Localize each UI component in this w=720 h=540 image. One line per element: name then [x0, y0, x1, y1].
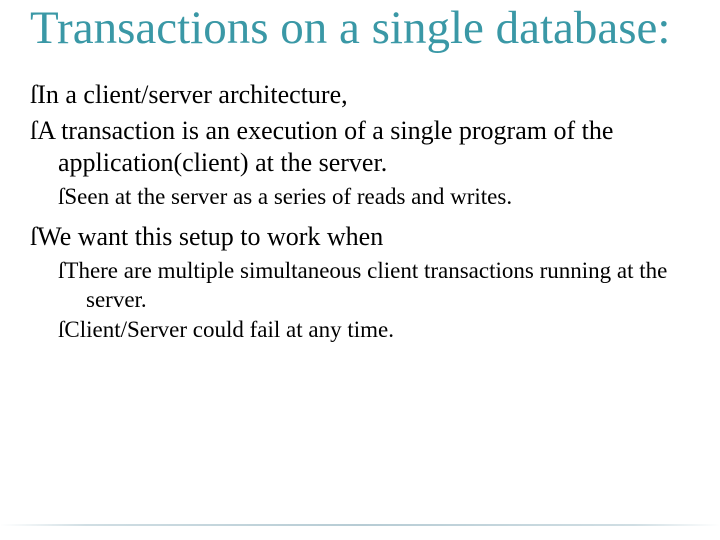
bullet-text: In a client/server architecture,	[37, 80, 347, 109]
bullet-level2: ſClient/Server could fail at any time.	[30, 316, 690, 345]
bullet-level1: ſIn a client/server architecture,	[30, 79, 690, 111]
bullet-text: Client/Server could fail at any time.	[64, 317, 394, 342]
slide-body: ſIn a client/server architecture, ſA tra…	[30, 79, 690, 345]
bullet-text: A transaction is an execution of a singl…	[37, 116, 613, 177]
bullet-text: There are multiple simultaneous client t…	[64, 258, 667, 312]
bullet-level2: ſThere are multiple simultaneous client …	[30, 257, 690, 315]
bullet-level1: ſWe want this setup to work when	[30, 221, 690, 253]
bullet-level1: ſA transaction is an execution of a sing…	[30, 115, 690, 178]
bullet-text: Seen at the server as a series of reads …	[64, 184, 512, 209]
bullet-level2: ſSeen at the server as a series of reads…	[30, 183, 690, 212]
slide: Transactions on a single database: ſIn a…	[0, 0, 720, 540]
slide-title: Transactions on a single database:	[30, 0, 690, 53]
decorative-divider	[0, 524, 720, 526]
bullet-text: We want this setup to work when	[37, 222, 383, 251]
